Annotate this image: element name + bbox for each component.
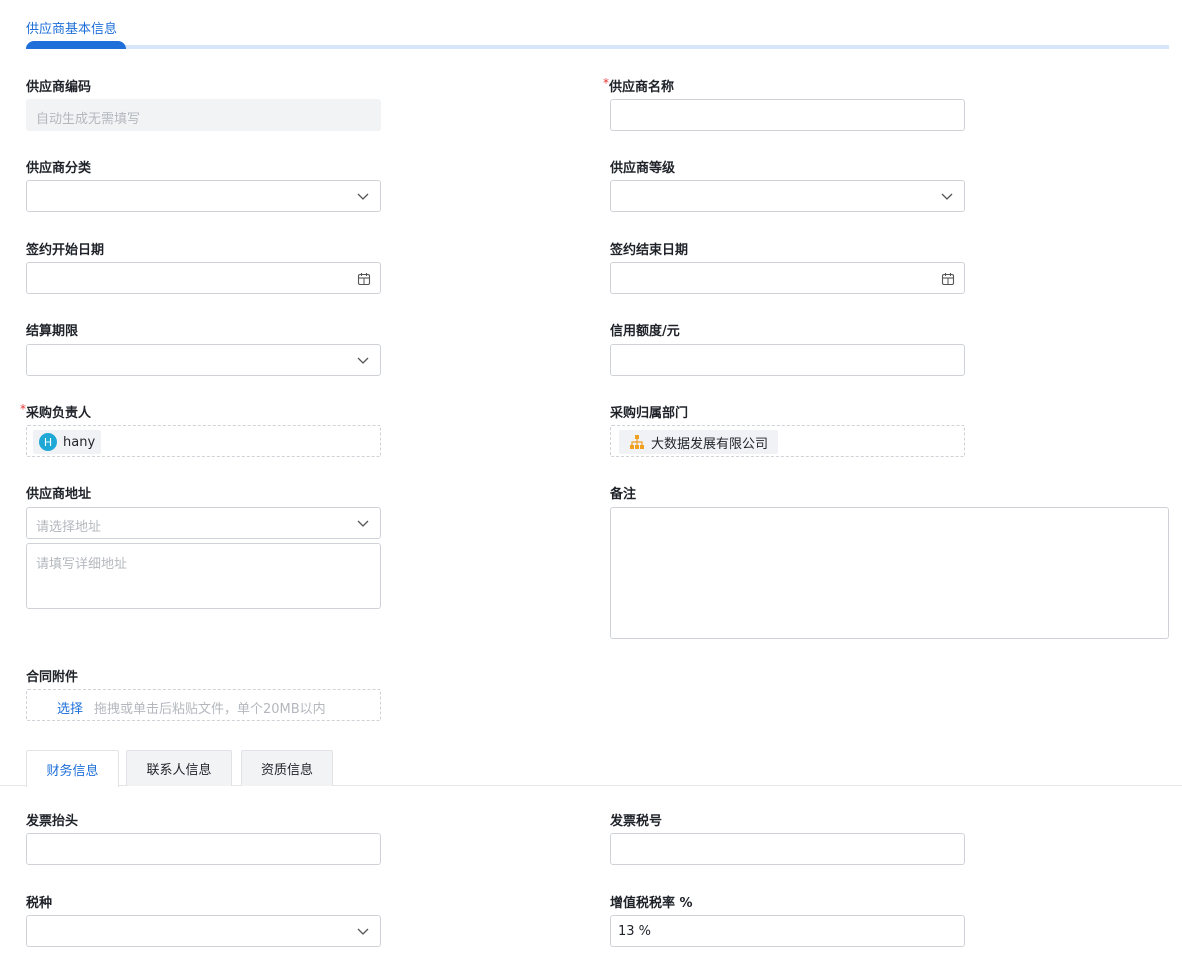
org-chart-icon [630, 435, 644, 449]
contract-end-label: 签约结束日期 [610, 243, 689, 258]
invoice-title-input[interactable] [26, 833, 381, 865]
address-region-select[interactable]: 请选择地址 [26, 507, 381, 539]
attachment-hint: 拖拽或单击后粘贴文件，单个20MB以内 [94, 702, 326, 717]
purchaser-chip[interactable]: H hany [33, 430, 102, 454]
address-detail-textarea[interactable]: 请填写详细地址 [26, 543, 381, 609]
section-divider [26, 45, 1169, 49]
remarks-textarea[interactable] [610, 507, 1169, 639]
purchaser-label: *采购负责人 [20, 402, 92, 421]
address-select-placeholder: 请选择地址 [36, 520, 102, 535]
supplier-level-select[interactable] [610, 180, 965, 212]
contract-start-label: 签约开始日期 [26, 243, 105, 258]
tab-qualifications[interactable]: 资质信息 [241, 750, 333, 786]
calendar-icon[interactable] [357, 272, 371, 286]
dept-chip[interactable]: 大数据发展有限公司 [619, 430, 779, 454]
settlement-term-label: 结算期限 [26, 324, 79, 339]
invoice-title-label: 发票抬头 [26, 814, 79, 829]
dept-name: 大数据发展有限公司 [651, 436, 769, 452]
purchaser-name: hany [63, 434, 96, 450]
address-detail-placeholder: 请填写详细地址 [36, 557, 128, 572]
supplier-code-label: 供应商编码 [26, 80, 92, 95]
supplier-name-input[interactable] [610, 99, 965, 131]
tax-number-label: 发票税号 [610, 814, 663, 829]
attachment-select-link[interactable]: 选择 [57, 698, 83, 717]
purchase-dept-label: 采购归属部门 [610, 406, 689, 421]
supplier-category-label: 供应商分类 [26, 161, 92, 176]
purchase-dept-picker[interactable]: 大数据发展有限公司 [610, 425, 965, 457]
supplier-name-label: *供应商名称 [603, 76, 675, 95]
supplier-level-label: 供应商等级 [610, 161, 676, 176]
tax-number-input[interactable] [610, 833, 965, 865]
tax-type-label: 税种 [26, 896, 53, 911]
chevron-down-icon [357, 520, 369, 527]
settlement-term-select[interactable] [26, 344, 381, 376]
tax-type-select[interactable] [26, 915, 381, 947]
section-active-indicator [26, 41, 126, 49]
vat-rate-label: 增值税税率 % [610, 896, 693, 911]
chevron-down-icon [941, 193, 953, 200]
chevron-down-icon [357, 193, 369, 200]
remarks-label: 备注 [610, 487, 637, 502]
supplier-category-select[interactable] [26, 180, 381, 212]
supplier-code-field: 自动生成无需填写 [26, 99, 381, 131]
tab-contacts[interactable]: 联系人信息 [126, 750, 232, 786]
attachment-label: 合同附件 [26, 670, 79, 685]
section-header: 供应商基本信息 [26, 0, 1169, 50]
vat-rate-input[interactable]: 13 % [610, 915, 965, 947]
vat-rate-value: 13 % [618, 924, 652, 939]
chevron-down-icon [357, 928, 369, 935]
contract-start-date-input[interactable] [26, 262, 381, 294]
section-title: 供应商基本信息 [26, 22, 118, 37]
supplier-code-placeholder: 自动生成无需填写 [36, 112, 141, 127]
credit-limit-input[interactable] [610, 344, 965, 376]
calendar-icon[interactable] [941, 272, 955, 286]
avatar: H [39, 433, 57, 451]
contract-end-date-input[interactable] [610, 262, 965, 294]
attachment-dropzone[interactable]: 选择 拖拽或单击后粘贴文件，单个20MB以内 [26, 689, 381, 721]
credit-limit-label: 信用额度/元 [610, 324, 680, 339]
tab-finance[interactable]: 财务信息 [26, 750, 119, 787]
purchaser-picker[interactable]: H hany [26, 425, 381, 457]
address-label: 供应商地址 [26, 487, 92, 502]
chevron-down-icon [357, 357, 369, 364]
